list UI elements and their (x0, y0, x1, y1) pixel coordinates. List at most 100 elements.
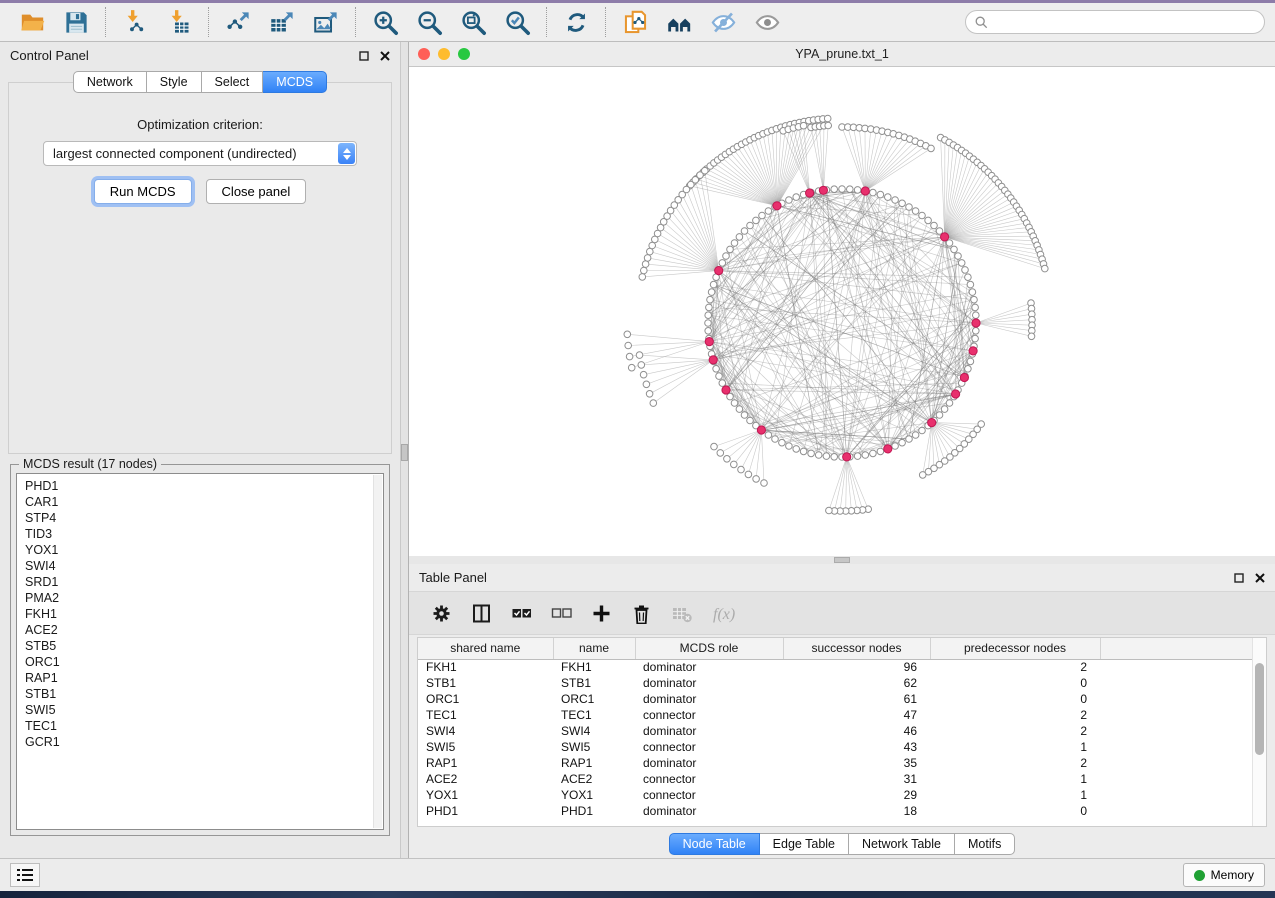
memory-button[interactable]: Memory (1183, 863, 1265, 887)
zoom-fit-button[interactable] (451, 5, 495, 39)
cell-shared-name[interactable]: SWI5 (418, 739, 553, 755)
cell-name[interactable]: RAP1 (553, 755, 635, 771)
tab-node-table[interactable]: Node Table (669, 833, 760, 855)
save-session-button[interactable] (54, 5, 98, 39)
table-row[interactable]: TEC1TEC1connector472 (418, 707, 1252, 723)
table-row[interactable]: SWI4SWI4dominator462 (418, 723, 1252, 739)
close-window-button[interactable] (418, 48, 430, 60)
result-node-item[interactable]: SWI5 (25, 702, 375, 718)
zoom-selected-button[interactable] (495, 5, 539, 39)
cell-MCDS-role[interactable]: connector (635, 787, 783, 803)
cell-successor-nodes[interactable]: 96 (783, 659, 930, 675)
cell-successor-nodes[interactable]: 61 (783, 691, 930, 707)
cell-predecessor-nodes[interactable]: 2 (930, 707, 1100, 723)
criterion-select[interactable]: largest connected component (undirected) (43, 141, 357, 166)
apply-layout-button[interactable] (554, 5, 598, 39)
cell-shared-name[interactable]: ORC1 (418, 691, 553, 707)
result-node-item[interactable]: SRD1 (25, 574, 375, 590)
attribute-table[interactable]: shared namenameMCDS rolesuccessor nodesp… (418, 638, 1252, 819)
result-node-item[interactable]: FKH1 (25, 606, 375, 622)
cell-shared-name[interactable]: RAP1 (418, 755, 553, 771)
cell-MCDS-role[interactable]: dominator (635, 755, 783, 771)
splitter-handle[interactable] (401, 444, 408, 461)
result-node-item[interactable]: ORC1 (25, 654, 375, 670)
cell-name[interactable]: ORC1 (553, 691, 635, 707)
cell-successor-nodes[interactable]: 35 (783, 755, 930, 771)
task-history-button[interactable] (10, 863, 40, 887)
network-graph[interactable] (409, 67, 1270, 556)
column-header-shared-name[interactable]: shared name (418, 638, 553, 659)
table-scrollbar[interactable] (1252, 638, 1266, 826)
run-mcds-button[interactable]: Run MCDS (94, 179, 192, 204)
cell-shared-name[interactable]: FKH1 (418, 659, 553, 675)
close-panel-icon[interactable] (380, 51, 390, 61)
zoom-in-button[interactable] (363, 5, 407, 39)
table-row[interactable]: RAP1RAP1dominator352 (418, 755, 1252, 771)
cell-MCDS-role[interactable]: dominator (635, 659, 783, 675)
column-header-MCDS-role[interactable]: MCDS role (635, 638, 783, 659)
table-row[interactable]: FKH1FKH1dominator962 (418, 659, 1252, 675)
horizontal-splitter[interactable] (409, 556, 1275, 564)
cell-name[interactable]: SWI4 (553, 723, 635, 739)
cell-successor-nodes[interactable]: 62 (783, 675, 930, 691)
result-node-item[interactable]: ACE2 (25, 622, 375, 638)
minimize-window-button[interactable] (438, 48, 450, 60)
mcds-result-list[interactable]: PHD1CAR1STP4TID3YOX1SWI4SRD1PMA2FKH1ACE2… (16, 473, 384, 830)
tab-style[interactable]: Style (147, 71, 202, 93)
cell-shared-name[interactable]: SWI4 (418, 723, 553, 739)
result-node-item[interactable]: PMA2 (25, 590, 375, 606)
result-node-item[interactable]: RAP1 (25, 670, 375, 686)
table-row[interactable]: YOX1YOX1connector291 (418, 787, 1252, 803)
export-table-button[interactable] (260, 5, 304, 39)
float-panel-icon[interactable] (359, 51, 369, 61)
zoom-out-button[interactable] (407, 5, 451, 39)
cell-successor-nodes[interactable]: 47 (783, 707, 930, 723)
column-header-successor-nodes[interactable]: successor nodes (783, 638, 930, 659)
table-row[interactable]: ACE2ACE2connector311 (418, 771, 1252, 787)
result-node-item[interactable]: STB1 (25, 686, 375, 702)
search-input[interactable] (994, 15, 1255, 29)
close-panel-button[interactable]: Close panel (206, 179, 307, 204)
cell-predecessor-nodes[interactable]: 2 (930, 755, 1100, 771)
network-canvas[interactable] (409, 67, 1275, 556)
cell-shared-name[interactable]: PHD1 (418, 803, 553, 819)
splitter-handle[interactable] (834, 557, 850, 563)
cell-shared-name[interactable]: YOX1 (418, 787, 553, 803)
cell-successor-nodes[interactable]: 29 (783, 787, 930, 803)
column-header-predecessor-nodes[interactable]: predecessor nodes (930, 638, 1100, 659)
table-row[interactable]: ORC1ORC1dominator610 (418, 691, 1252, 707)
cell-MCDS-role[interactable]: connector (635, 771, 783, 787)
cell-name[interactable]: TEC1 (553, 707, 635, 723)
cell-predecessor-nodes[interactable]: 1 (930, 739, 1100, 755)
cell-name[interactable]: ACE2 (553, 771, 635, 787)
cell-name[interactable]: FKH1 (553, 659, 635, 675)
delete-column-button[interactable] (625, 597, 657, 629)
table-row[interactable]: STB1STB1dominator620 (418, 675, 1252, 691)
cell-predecessor-nodes[interactable]: 1 (930, 771, 1100, 787)
import-network-button[interactable] (113, 5, 157, 39)
cell-successor-nodes[interactable]: 46 (783, 723, 930, 739)
result-node-item[interactable]: SWI4 (25, 558, 375, 574)
hide-selected-button[interactable] (701, 5, 745, 39)
vertical-splitter[interactable] (400, 42, 409, 858)
result-node-item[interactable]: PHD1 (25, 478, 375, 494)
add-column-button[interactable] (585, 597, 617, 629)
cell-successor-nodes[interactable]: 31 (783, 771, 930, 787)
cell-predecessor-nodes[interactable]: 0 (930, 691, 1100, 707)
export-image-button[interactable] (304, 5, 348, 39)
tab-mcds[interactable]: MCDS (263, 71, 327, 93)
import-table-button[interactable] (157, 5, 201, 39)
result-node-item[interactable]: STB5 (25, 638, 375, 654)
first-neighbors-button[interactable] (657, 5, 701, 39)
tab-select[interactable]: Select (202, 71, 264, 93)
column-header-name[interactable]: name (553, 638, 635, 659)
cell-predecessor-nodes[interactable]: 0 (930, 803, 1100, 819)
table-options-button[interactable] (425, 597, 457, 629)
tab-motifs[interactable]: Motifs (955, 833, 1015, 855)
cell-predecessor-nodes[interactable]: 0 (930, 675, 1100, 691)
clone-network-button[interactable] (613, 5, 657, 39)
table-row[interactable]: SWI5SWI5connector431 (418, 739, 1252, 755)
cell-predecessor-nodes[interactable]: 2 (930, 659, 1100, 675)
cell-shared-name[interactable]: TEC1 (418, 707, 553, 723)
cell-successor-nodes[interactable]: 43 (783, 739, 930, 755)
